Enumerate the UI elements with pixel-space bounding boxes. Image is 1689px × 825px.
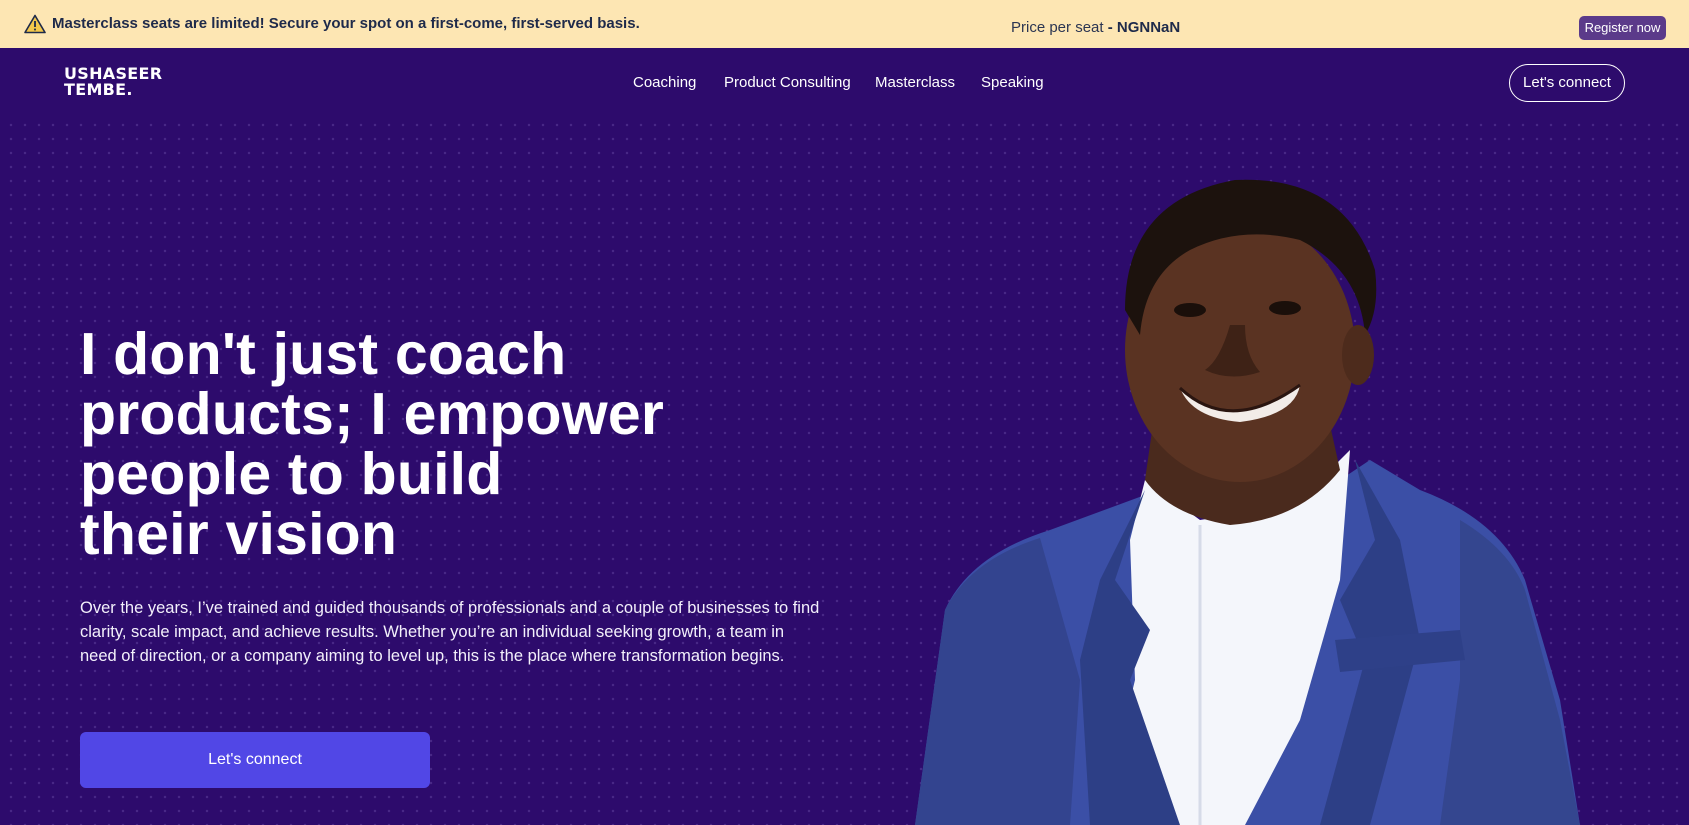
- hero-headline: I don't just coach products; I empower p…: [80, 324, 800, 564]
- site-logo[interactable]: USHASEER TEMBE.: [64, 66, 162, 98]
- headline-line-2: products; I empower: [80, 381, 665, 447]
- hero-connect-button[interactable]: Let's connect: [80, 732, 430, 788]
- portrait-image: [915, 179, 1580, 825]
- nav-connect-button[interactable]: Let's connect: [1509, 64, 1625, 102]
- nav-link-masterclass[interactable]: Masterclass: [875, 74, 955, 91]
- price-value: NGNNaN: [1116, 19, 1181, 36]
- announcement-bar: Masterclass seats are limited! Secure yo…: [0, 0, 1689, 48]
- logo-line-2: TEMBE.: [64, 80, 133, 99]
- announcement-message: Masterclass seats are limited! Secure yo…: [52, 15, 640, 32]
- price-label: Price per seat: [1011, 19, 1104, 36]
- nav-link-coaching[interactable]: Coaching: [633, 74, 696, 91]
- nav-link-speaking[interactable]: Speaking: [981, 74, 1044, 91]
- headline-line-1: I don't just coach: [80, 321, 567, 387]
- headline-line-4: their vision: [80, 501, 398, 567]
- nav-link-product-consulting[interactable]: Product Consulting: [724, 74, 851, 91]
- headline-line-3: people to build: [80, 441, 503, 507]
- warning-icon: [24, 14, 46, 34]
- price-separator: -: [1103, 19, 1117, 36]
- price-per-seat: Price per seat - NGNNaN: [1011, 19, 1180, 36]
- hero-description: Over the years, I’ve trained and guided …: [80, 599, 820, 665]
- register-now-button[interactable]: Register now: [1579, 16, 1666, 40]
